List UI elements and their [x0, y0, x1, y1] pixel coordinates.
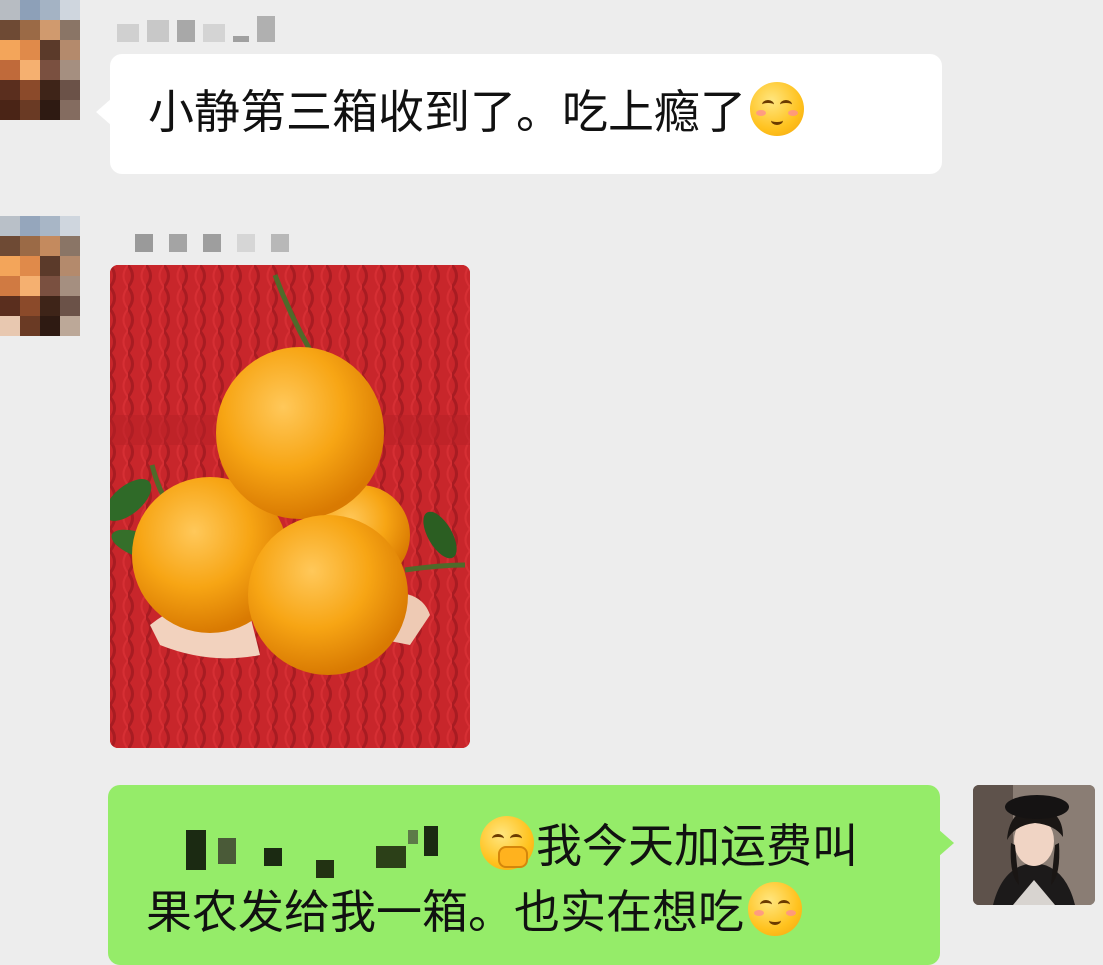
redacted-text-block	[146, 820, 480, 880]
message-text: 小静第三箱收到了。吃上瘾了	[148, 85, 746, 139]
sender-name-redacted	[135, 234, 289, 252]
blush-smile-emoji-icon	[750, 82, 804, 136]
user-portrait-icon	[973, 785, 1095, 905]
sender-name-redacted	[117, 16, 275, 42]
my-avatar[interactable]	[973, 785, 1095, 905]
blush-smile-emoji-icon	[748, 882, 802, 936]
message-line-1: 我今天加运费叫	[536, 819, 858, 873]
pixelated-avatar-icon	[0, 216, 80, 336]
pixelated-avatar-icon	[0, 0, 80, 120]
oranges-photo-message[interactable]	[110, 265, 470, 748]
message-line-2-row: 果农发给我一箱。也实在想吃	[146, 879, 940, 945]
message-line-2: 果农发给我一箱。也实在想吃	[146, 885, 744, 939]
message-line-1-row: 我今天加运费叫	[146, 813, 940, 879]
sender-avatar-2[interactable]	[0, 216, 80, 342]
outgoing-message-bubble[interactable]: 我今天加运费叫 果农发给我一箱。也实在想吃	[108, 785, 954, 965]
thinking-emoji-icon	[480, 816, 534, 870]
sender-avatar-1[interactable]	[0, 0, 80, 120]
oranges-photo-icon	[110, 265, 470, 748]
incoming-message-bubble[interactable]: 小静第三箱收到了。吃上瘾了	[96, 54, 942, 174]
